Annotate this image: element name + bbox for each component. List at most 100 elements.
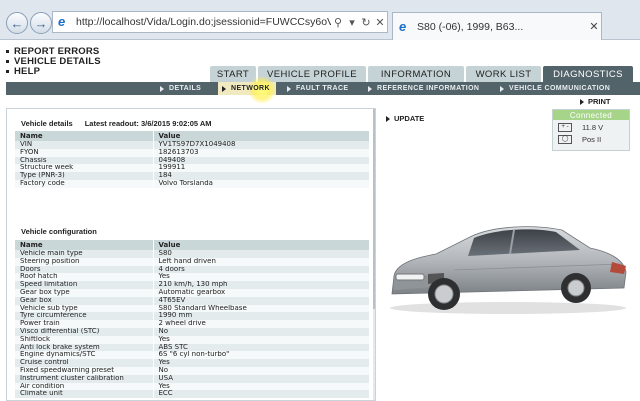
subnav-network[interactable]: NETWORK (222, 82, 270, 95)
subnav-reference-information[interactable]: REFERENCE INFORMATION (368, 82, 479, 95)
tab-vehicle-profile[interactable]: VEHICLE PROFILE (258, 66, 366, 82)
table-row: Climate unit ECC (15, 390, 369, 399)
connected-badge: Connected (553, 110, 629, 120)
dropdown-icon[interactable]: ▾ (345, 16, 359, 29)
address-url[interactable]: http://localhost/Vida/Login.do;jsessioni… (76, 16, 331, 28)
vehicle-details-title: Vehicle details (21, 118, 73, 128)
row-value-cell: Automatic gearbox (152, 288, 369, 297)
tab-information[interactable]: INFORMATION (368, 66, 464, 82)
row-value-cell: 049408 (152, 156, 369, 165)
help-link[interactable]: HELP (6, 66, 101, 77)
row-name-cell: Factory code (15, 179, 153, 188)
table-row: Power train 2 wheel drive (15, 320, 369, 328)
table-row: FYON 182613703 (15, 148, 369, 157)
triangle-right-icon (368, 85, 372, 92)
row-value-cell: 4T65EV (152, 296, 369, 305)
subnav-vehicle-communication-label[interactable]: VEHICLE COMMUNICATION (509, 85, 610, 92)
panel-scrollbar[interactable] (373, 109, 375, 400)
row-value-cell: 199911 (152, 164, 369, 173)
row-value-cell: Yes (152, 382, 369, 391)
table-row: Air condition Yes (15, 382, 369, 391)
table-row: Gear box type Automatic gearbox (15, 288, 369, 297)
table-row: Tyre circumference 1990 mm (15, 312, 369, 321)
forward-arrow-icon[interactable]: → (30, 12, 52, 34)
triangle-right-icon (500, 85, 504, 92)
row-name-cell: Type (PNR-3) (15, 172, 153, 180)
table-row: Anti lock brake system ABS STC (15, 343, 369, 352)
subnav-vehicle-communication[interactable]: VEHICLE COMMUNICATION (500, 82, 610, 95)
refresh-icon[interactable]: ↻ (359, 16, 373, 29)
row-value-cell: USA (152, 374, 369, 383)
update-button[interactable]: UPDATE (386, 114, 424, 123)
battery-voltage: 11.8 V (582, 122, 604, 132)
row-name-cell: Cruise control (15, 359, 153, 367)
vehicle-details-link[interactable]: VEHICLE DETAILS (6, 56, 101, 67)
ie-page-icon: e (58, 14, 66, 29)
row-value-cell: S80 (152, 250, 369, 258)
vehicle-details-table: Name Value VIN YV1TS97D7X1049408 FYON 18261… (15, 131, 369, 188)
triangle-right-icon (287, 85, 291, 92)
row-value-cell: No (152, 366, 369, 375)
row-value-cell: 6S "6 cyl non-turbo" (152, 351, 369, 360)
vehicle-info-panel: Vehicle details Latest readout: 3/6/2015… (6, 108, 376, 401)
column-header-name: Name (15, 131, 153, 141)
search-icon[interactable]: ⚲ (331, 16, 345, 29)
bullet-icon (6, 59, 9, 63)
subnav-reference-information-label[interactable]: REFERENCE INFORMATION (377, 85, 479, 92)
subnav-details-label[interactable]: DETAILS (169, 85, 201, 92)
triangle-right-icon (580, 98, 584, 105)
report-errors-link[interactable]: REPORT ERRORS (6, 46, 101, 57)
table-row: Engine dynamics/STC 6S "6 cyl non-turbo" (15, 351, 369, 360)
ignition-position: Pos II (582, 134, 602, 144)
row-name-cell: Visco differential (STC) (15, 327, 153, 336)
subnav-fault-trace[interactable]: FAULT TRACE (287, 82, 349, 95)
stop-icon[interactable]: ✕ (373, 16, 387, 29)
tab-work-list[interactable]: WORK LIST (466, 66, 541, 82)
print-button[interactable]: PRINT (580, 97, 611, 106)
update-label[interactable]: UPDATE (394, 114, 424, 123)
row-name-cell: Tyre circumference (15, 312, 153, 321)
ignition-row: ◯ Pos II (553, 134, 629, 144)
row-name-cell: Fixed speedwarning preset (15, 366, 153, 375)
ie-tab-icon: e (399, 19, 407, 34)
triangle-right-icon (386, 115, 390, 122)
back-arrow-icon[interactable]: ← (6, 12, 28, 34)
row-name-cell: VIN (15, 141, 153, 149)
table-row: Vehicle main type S80 (15, 250, 369, 258)
help-label[interactable]: HELP (14, 66, 40, 77)
table-row: Visco differential (STC) No (15, 327, 369, 336)
subnav-network-label[interactable]: NETWORK (231, 85, 270, 92)
vehicle-configuration-rows: Vehicle main type S80 Steering position Lef… (15, 250, 369, 399)
row-name-cell: Vehicle sub type (15, 304, 153, 313)
connection-status: Connected + - 11.8 V ◯ Pos II (552, 109, 630, 151)
vehicle-details-heading: Vehicle details Latest readout: 3/6/2015… (13, 117, 369, 129)
table-row: Fixed speedwarning preset No (15, 366, 369, 375)
print-label[interactable]: PRINT (588, 97, 611, 106)
tab-diagnostics[interactable]: DIAGNOSTICS (543, 66, 633, 82)
row-value-cell: No (152, 327, 369, 336)
vehicle-configuration-title: Vehicle configuration (21, 226, 97, 236)
battery-row: + - 11.8 V (553, 122, 629, 132)
subnav-fault-trace-label[interactable]: FAULT TRACE (296, 85, 349, 92)
subnav-details[interactable]: DETAILS (160, 82, 201, 95)
row-value-cell: Yes (152, 273, 369, 282)
close-tab-icon[interactable]: ✕ (587, 20, 601, 33)
row-value-cell: ABS STC (152, 343, 369, 352)
table-row: Structure week 199911 (15, 164, 369, 173)
triangle-right-icon (222, 85, 226, 92)
address-bar[interactable]: e http://localhost/Vida/Login.do;jsessio… (52, 11, 388, 33)
row-name-cell: Steering position (15, 257, 153, 266)
browser-tab[interactable]: e S80 (-06), 1999, B63... ✕ (392, 12, 602, 40)
row-value-cell: Volvo Torslanda (152, 179, 369, 188)
row-name-cell: Roof hatch (15, 273, 153, 282)
vehicle-details-rows: VIN YV1TS97D7X1049408 FYON 182613703 Chassis… (15, 141, 369, 188)
row-name-cell: Vehicle main type (15, 250, 153, 258)
table-row: Type (PNR-3) 184 (15, 172, 369, 180)
row-value-cell: 210 km/h, 130 mph (152, 281, 369, 289)
tab-start[interactable]: START (210, 66, 256, 82)
triangle-right-icon (160, 85, 164, 92)
scrollbar-thumb[interactable] (373, 109, 375, 309)
column-header-value: Value (152, 240, 369, 250)
row-name-cell: FYON (15, 148, 153, 157)
row-value-cell: 4 doors (152, 265, 369, 274)
